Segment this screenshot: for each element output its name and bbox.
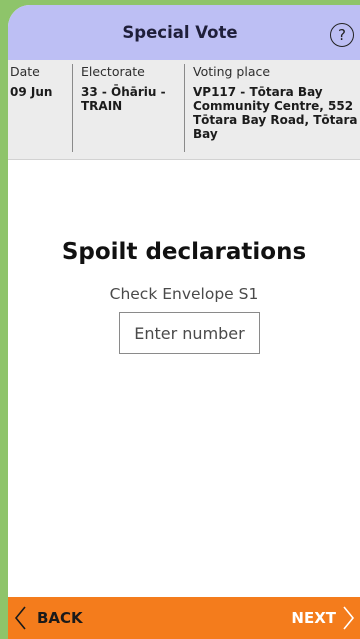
- next-label: NEXT: [291, 609, 336, 627]
- back-button[interactable]: BACK: [14, 597, 83, 639]
- question-circle-icon[interactable]: ?: [330, 23, 354, 47]
- voting-place-column: Voting place VP117 - Tōtara Bay Communit…: [184, 64, 360, 152]
- voting-place-label: Voting place: [193, 64, 271, 79]
- app-frame: Special Vote ? Date 09 Jun Electorate 33…: [8, 5, 360, 639]
- main-content: Spoilt declarations Check Envelope S1: [8, 160, 360, 597]
- date-column: Date 09 Jun: [10, 64, 72, 99]
- section-title: Spoilt declarations: [61, 239, 307, 265]
- date-value: 09 Jun: [10, 85, 53, 99]
- envelope-number-input[interactable]: [119, 312, 260, 354]
- page-title: Special Vote: [122, 23, 238, 42]
- chevron-right-icon: [343, 606, 355, 630]
- help-glyph: ?: [338, 26, 346, 44]
- next-button[interactable]: NEXT: [291, 597, 355, 639]
- electorate-column: Electorate 33 - Ōhāriu - TRAIN: [72, 64, 184, 152]
- electorate-value: 33 - Ōhāriu - TRAIN: [81, 85, 166, 113]
- voting-info-bar: Date 09 Jun Electorate 33 - Ōhāriu - TRA…: [8, 60, 360, 160]
- voting-place-value: VP117 - Tōtara Bay Community Centre, 552…: [193, 85, 358, 141]
- chevron-left-icon: [14, 606, 26, 630]
- back-label: BACK: [37, 609, 83, 627]
- electorate-label: Electorate: [81, 64, 145, 79]
- date-label: Date: [10, 64, 40, 79]
- section-subtitle: Check Envelope S1: [109, 285, 259, 303]
- app-header: Special Vote ?: [8, 5, 360, 60]
- footer-nav: BACK NEXT: [8, 597, 360, 639]
